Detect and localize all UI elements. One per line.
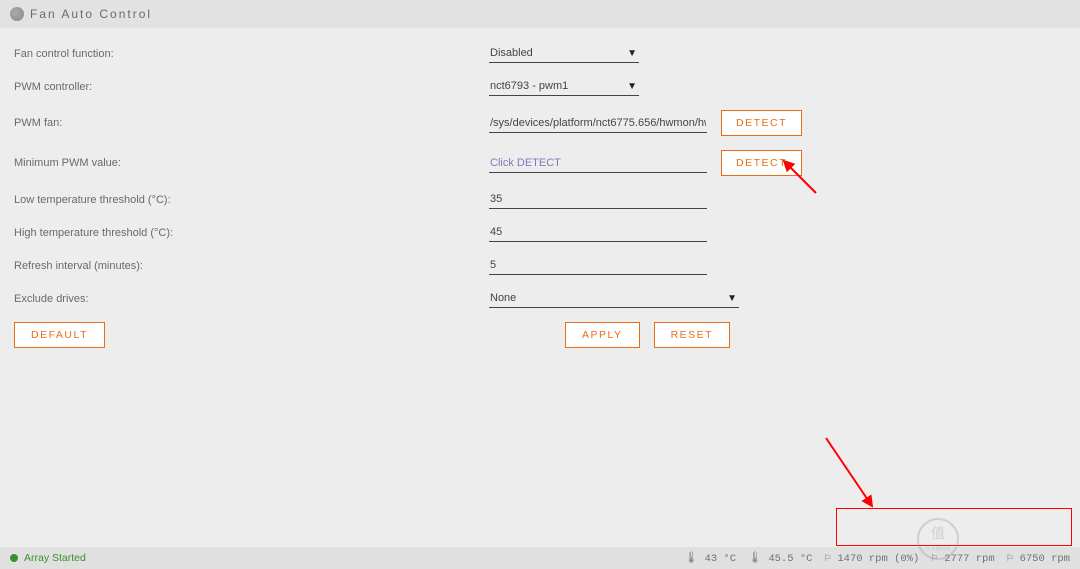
chevron-down-icon: ▼: [727, 293, 737, 304]
sensor-readouts: 🌡 43 °C 🌡 45.5 °C ⚐ 1470 rpm (0%) ⚐ 2777…: [684, 551, 1070, 565]
thermometer-icon: 🌡: [684, 553, 698, 565]
min-pwm-input[interactable]: [489, 154, 707, 173]
svg-text:值: 值: [931, 525, 945, 541]
row-exclude: Exclude drives: None ▼: [14, 289, 1066, 308]
label-pwm-controller: PWM controller:: [14, 81, 489, 93]
fan-icon: ⚐: [824, 553, 831, 565]
page-title: Fan Auto Control: [30, 7, 152, 21]
page-header: Fan Auto Control: [0, 0, 1080, 28]
label-refresh: Refresh interval (minutes):: [14, 260, 489, 272]
status-bar: Array Started 🌡 43 °C 🌡 45.5 °C ⚐ 1470 r…: [0, 547, 1080, 569]
low-temp-input[interactable]: [489, 190, 707, 209]
detect-pwm-fan-button[interactable]: DETECT: [721, 110, 802, 136]
array-status: Array Started: [10, 552, 86, 564]
fan-icon: ⚐: [1007, 553, 1014, 565]
fan-reading-2: ⚐ 2777 rpm: [931, 551, 994, 565]
detect-min-pwm-button[interactable]: DETECT: [721, 150, 802, 176]
row-pwm-controller: PWM controller: nct6793 - pwm1 ▼: [14, 77, 1066, 96]
high-temp-input[interactable]: [489, 223, 707, 242]
label-pwm-fan: PWM fan:: [14, 117, 489, 129]
annotation-arrow-icon: [820, 432, 880, 512]
label-high-temp: High temperature threshold (°C):: [14, 227, 489, 239]
thermometer-icon: 🌡: [748, 553, 762, 565]
label-min-pwm: Minimum PWM value:: [14, 157, 489, 169]
action-row: DEFAULT APPLY RESET: [14, 322, 1066, 348]
settings-form: Fan control function: Disabled ▼ PWM con…: [0, 28, 1080, 354]
row-fan-control: Fan control function: Disabled ▼: [14, 44, 1066, 63]
exclude-drives-select[interactable]: None ▼: [489, 289, 739, 308]
header-icon: [10, 7, 24, 21]
refresh-input[interactable]: [489, 256, 707, 275]
label-low-temp: Low temperature threshold (°C):: [14, 194, 489, 206]
apply-button[interactable]: APPLY: [565, 322, 640, 348]
reset-button[interactable]: RESET: [654, 322, 731, 348]
row-pwm-fan: PWM fan: DETECT: [14, 110, 1066, 136]
fan-icon: ⚐: [931, 553, 938, 565]
fan-reading-3: ⚐ 6750 rpm: [1007, 551, 1070, 565]
row-high-temp: High temperature threshold (°C):: [14, 223, 1066, 242]
chevron-down-icon: ▼: [627, 48, 637, 59]
fan-control-select[interactable]: Disabled ▼: [489, 44, 639, 63]
temp-reading-2: 🌡 45.5 °C: [748, 551, 812, 565]
annotation-box: [836, 508, 1072, 546]
temp-reading-1: 🌡 43 °C: [684, 551, 736, 565]
label-exclude: Exclude drives:: [14, 293, 489, 305]
chevron-down-icon: ▼: [627, 81, 637, 92]
array-status-text: Array Started: [24, 552, 86, 564]
status-dot-icon: [10, 554, 18, 562]
label-fan-control: Fan control function:: [14, 48, 489, 60]
fan-reading-1: ⚐ 1470 rpm (0%): [824, 551, 919, 565]
row-low-temp: Low temperature threshold (°C):: [14, 190, 1066, 209]
row-min-pwm: Minimum PWM value: DETECT: [14, 150, 1066, 176]
row-refresh: Refresh interval (minutes):: [14, 256, 1066, 275]
pwm-controller-select[interactable]: nct6793 - pwm1 ▼: [489, 77, 639, 96]
default-button[interactable]: DEFAULT: [14, 322, 105, 348]
pwm-fan-input[interactable]: [489, 114, 707, 133]
